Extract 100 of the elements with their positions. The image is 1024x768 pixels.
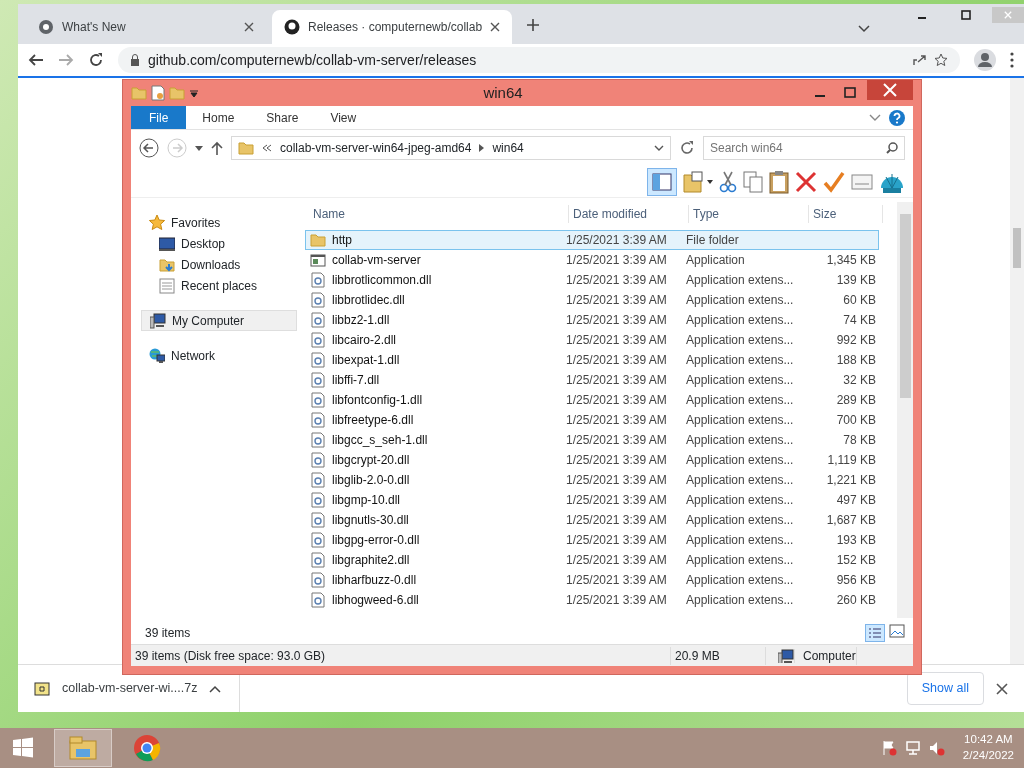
back-icon[interactable] [139, 138, 159, 158]
folder-options-icon[interactable] [683, 170, 713, 193]
separator-arrow-icon[interactable] [479, 144, 485, 152]
nav-item[interactable]: Favorites [141, 212, 297, 233]
share-icon[interactable] [912, 53, 926, 67]
column-header[interactable]: Date modified [569, 205, 689, 223]
muted-speaker-icon[interactable] [928, 740, 945, 756]
ribbon-tab[interactable]: View [314, 106, 373, 129]
search-icon[interactable] [886, 142, 898, 154]
nav-item[interactable]: My Computer [141, 310, 297, 331]
computer-icon [150, 312, 166, 329]
delete-icon[interactable] [795, 170, 817, 193]
refresh-icon[interactable] [679, 140, 695, 156]
new-tab-icon[interactable] [526, 18, 540, 32]
breadcrumb-item[interactable]: collab-vm-server-win64-jpeg-amd64 [280, 139, 472, 157]
start-icon[interactable] [12, 737, 34, 759]
chevron-down-icon[interactable] [869, 113, 881, 122]
file-date: 1/25/2021 3:39 AM [566, 512, 668, 529]
file-date: 1/25/2021 3:39 AM [566, 552, 668, 569]
reload-icon[interactable] [88, 52, 104, 68]
nav-item[interactable]: Network [141, 345, 297, 366]
large-icons-view-icon[interactable] [889, 624, 905, 638]
file-date: 1/25/2021 3:39 AM [566, 532, 668, 549]
ribbon-tab[interactable]: Home [186, 106, 251, 129]
file-row[interactable]: libexpat-1.dll 1/25/2021 3:39 AM Application extens... 188 KB [305, 350, 879, 370]
nav-item[interactable]: Recent places [141, 275, 297, 296]
chevron-down-icon[interactable] [858, 25, 870, 33]
file-row[interactable]: libfontconfig-1.dll 1/25/2021 3:39 AM Application extens... 289 KB [305, 390, 879, 410]
ribbon-tab[interactable]: Share [250, 106, 315, 129]
gear-file-icon [310, 472, 326, 488]
clipboard-icon[interactable] [769, 169, 789, 194]
address-bar[interactable]: collab-vm-server-win64-jpeg-amd64 win64 [231, 136, 671, 160]
show-all-button[interactable]: Show all [906, 672, 984, 705]
file-row[interactable]: http 1/25/2021 3:39 AM File folder [305, 230, 879, 250]
file-size: 1,687 KB [826, 513, 876, 527]
scissors-icon[interactable] [719, 170, 737, 193]
up-icon[interactable] [211, 141, 223, 155]
file-row[interactable]: libhogweed-6.dll 1/25/2021 3:39 AM Application extens... 260 KB [305, 590, 879, 610]
file-type: Application extens... [686, 512, 795, 529]
folder-icon [310, 232, 326, 248]
scrollbar[interactable] [1010, 78, 1024, 664]
column-header[interactable]: Type [689, 205, 809, 223]
file-row[interactable]: libgcc_s_seh-1.dll 1/25/2021 3:39 AM Application extens... 78 KB [305, 430, 879, 450]
file-size: 152 KB [836, 553, 876, 567]
column-header[interactable]: Size [809, 205, 883, 223]
file-row[interactable]: libbrotlicommon.dll 1/25/2021 3:39 AM Application extens... 139 KB [305, 270, 879, 290]
file-date: 1/25/2021 3:39 AM [566, 412, 668, 429]
chevron-down-icon[interactable] [654, 145, 664, 151]
nav-item[interactable]: Desktop [141, 233, 297, 254]
column-header[interactable]: Name [309, 205, 569, 223]
file-row[interactable]: libgnutls-30.dll 1/25/2021 3:39 AM Application extens... 1,687 KB [305, 510, 879, 530]
clock-date: 2/24/2022 [962, 748, 1014, 763]
customize-icon[interactable] [189, 88, 199, 98]
properties-icon[interactable] [151, 85, 165, 101]
copy-icon[interactable] [743, 170, 763, 193]
browser-tab[interactable]: What's New [26, 10, 266, 44]
file-row[interactable]: libgmp-10.dll 1/25/2021 3:39 AM Application extens... 497 KB [305, 490, 879, 510]
file-row[interactable]: libcairo-2.dll 1/25/2021 3:39 AM Application extens... 992 KB [305, 330, 879, 350]
preview-pane-icon[interactable] [647, 167, 677, 196]
checkmark-icon[interactable] [823, 170, 845, 193]
chevron-up-icon[interactable] [209, 684, 222, 693]
gear-file-icon [310, 512, 326, 528]
flag-icon[interactable] [880, 740, 897, 756]
back-icon[interactable] [28, 52, 44, 68]
file-row[interactable]: libffi-7.dll 1/25/2021 3:39 AM Application extens... 32 KB [305, 370, 879, 390]
file-size: 1,119 KB [827, 453, 876, 467]
file-row[interactable]: libfreetype-6.dll 1/25/2021 3:39 AM Application extens... 700 KB [305, 410, 879, 430]
file-row[interactable]: libglib-2.0-0.dll 1/25/2021 3:39 AM Application extens... 1,221 KB [305, 470, 879, 490]
close-icon[interactable] [996, 682, 1008, 695]
file-row[interactable]: libbz2-1.dll 1/25/2021 3:39 AM Application extens... 74 KB [305, 310, 879, 330]
close-icon[interactable] [490, 22, 501, 32]
scrollbar[interactable] [897, 202, 913, 618]
file-row[interactable]: libbrotlidec.dll 1/25/2021 3:39 AM Application extens... 60 KB [305, 290, 879, 310]
chevron-down-icon[interactable] [195, 145, 203, 151]
close-icon[interactable] [244, 22, 254, 32]
file-row[interactable]: libgraphite2.dll 1/25/2021 3:39 AM Application extens... 152 KB [305, 550, 879, 570]
search-box[interactable]: Search win64 [703, 136, 905, 160]
file-type: Application extens... [686, 532, 795, 549]
nav-item[interactable]: Downloads [141, 254, 297, 275]
gear-file-icon [310, 292, 326, 308]
download-item[interactable]: collab-vm-server-wi....7z [62, 679, 198, 698]
clock-time: 10:42 AM [963, 732, 1014, 748]
help-icon[interactable] [889, 109, 905, 126]
profile-icon[interactable] [974, 49, 996, 71]
network-icon[interactable] [904, 740, 921, 756]
close-icon[interactable] [867, 80, 913, 100]
folder-icon [131, 85, 147, 101]
file-row[interactable]: collab-vm-server 1/25/2021 3:39 AM Application 1,345 KB [305, 250, 879, 270]
menu-icon[interactable] [1010, 52, 1014, 68]
file-row[interactable]: libharfbuzz-0.dll 1/25/2021 3:39 AM Application extens... 956 KB [305, 570, 879, 590]
star-icon[interactable] [934, 53, 948, 67]
file-row[interactable]: libgcrypt-20.dll 1/25/2021 3:39 AM Application extens... 1,119 KB [305, 450, 879, 470]
breadcrumb-item[interactable]: win64 [492, 139, 524, 157]
file-row[interactable]: libgpg-error-0.dll 1/25/2021 3:39 AM Application extens... 193 KB [305, 530, 879, 550]
browser-tab[interactable]: Releases · computernewb/collab [272, 10, 512, 44]
details-view-icon[interactable] [865, 624, 885, 642]
overflow-chevrons-icon[interactable] [262, 144, 272, 152]
ribbon-tab[interactable]: File [131, 106, 187, 129]
file-date: 1/25/2021 3:39 AM [566, 252, 668, 269]
maximize-icon[interactable] [961, 10, 971, 20]
